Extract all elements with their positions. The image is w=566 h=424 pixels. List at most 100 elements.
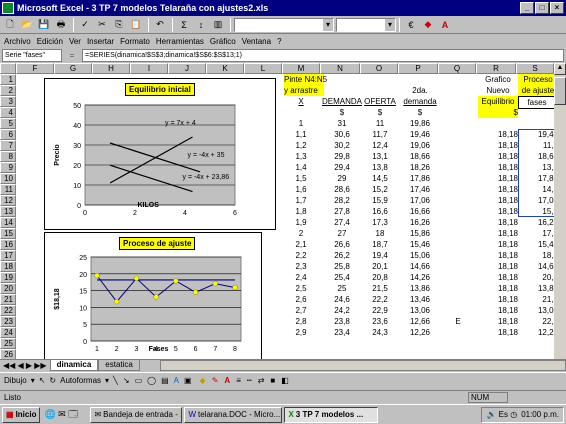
quicklaunch-icons[interactable]: 🌐 ✉ 🗔 <box>40 407 88 423</box>
row-header[interactable]: 2 <box>0 85 16 96</box>
row-header[interactable]: 8 <box>0 151 16 162</box>
close-button[interactable]: × <box>550 2 564 14</box>
cell[interactable]: 13,8 <box>362 162 398 173</box>
select-all-corner[interactable] <box>0 63 16 74</box>
cell[interactable]: 18,18 <box>478 217 518 228</box>
menu-edicion[interactable]: Edición <box>37 37 63 46</box>
cell[interactable]: 14,26 <box>400 272 440 283</box>
line-icon[interactable]: ╲ <box>113 376 118 385</box>
cell[interactable]: 18,18 <box>478 272 518 283</box>
autoformas-menu[interactable]: Autoformas <box>60 376 101 385</box>
row-header[interactable]: 16 <box>0 239 16 250</box>
cell[interactable]: 19,4 <box>362 250 398 261</box>
cell[interactable]: 14,5 <box>518 184 554 195</box>
cell[interactable]: 2,2 <box>284 250 318 261</box>
cell[interactable]: 1,6 <box>284 184 318 195</box>
dash-style-icon[interactable]: ┅ <box>247 376 252 385</box>
menu-help[interactable]: ? <box>277 37 281 46</box>
cell[interactable]: 15,9 <box>518 206 554 217</box>
cell[interactable]: 15,46 <box>518 239 554 250</box>
dibujo-menu[interactable]: Dibujo <box>4 376 27 385</box>
cell[interactable]: 12,26 <box>400 327 440 338</box>
cell[interactable]: de ajuste <box>518 85 554 96</box>
row-header[interactable]: 5 <box>0 118 16 129</box>
cell[interactable]: 30,6 <box>322 129 362 140</box>
cell[interactable]: 14,66 <box>518 261 554 272</box>
menu-insertar[interactable]: Insertar <box>87 37 114 46</box>
cell[interactable]: 2 <box>284 228 318 239</box>
cell[interactable]: 20,1 <box>362 261 398 272</box>
cell[interactable]: 14,66 <box>400 261 440 272</box>
row-header[interactable]: 9 <box>0 162 16 173</box>
cell[interactable]: 11,7 <box>362 129 398 140</box>
rectangle-icon[interactable]: ▭ <box>135 376 143 385</box>
cell[interactable]: 19,46 <box>518 129 554 140</box>
sort-icon[interactable]: ↕ <box>193 17 209 32</box>
cell[interactable]: 18,66 <box>400 151 440 162</box>
cell[interactable]: 15,86 <box>400 228 440 239</box>
column-header[interactable]: K <box>206 63 244 74</box>
cell[interactable]: 16,26 <box>400 217 440 228</box>
undo-icon[interactable]: ↶ <box>152 17 168 32</box>
cell[interactable]: $ <box>362 107 398 118</box>
row-header[interactable]: 25 <box>0 338 16 349</box>
cell[interactable]: 2,4 <box>284 272 318 283</box>
cell[interactable]: 2,7 <box>284 305 318 316</box>
fill-icon[interactable]: ◆ <box>200 376 206 385</box>
function-icon[interactable]: Σ <box>176 17 192 32</box>
currency-icon[interactable]: € <box>403 17 419 32</box>
cell[interactable]: 26,6 <box>322 239 362 250</box>
cell[interactable]: 2,5 <box>284 283 318 294</box>
cell[interactable]: 18,18 <box>478 151 518 162</box>
row-header[interactable]: 11 <box>0 184 16 195</box>
row-header[interactable]: 12 <box>0 195 16 206</box>
task-excel[interactable]: X3 TP 7 modelos ... <box>284 406 379 423</box>
new-file-icon[interactable]: 🗋 <box>2 17 18 32</box>
start-button[interactable]: ▦ Inicio <box>2 406 41 423</box>
line-color-icon[interactable]: ✎ <box>212 376 219 385</box>
wordart-icon[interactable]: A <box>174 376 179 385</box>
formula-input[interactable]: =SERIES(dinamica!$S$3;dinamica!$S$6:$S$1… <box>82 49 564 62</box>
cell[interactable]: 12,4 <box>362 140 398 151</box>
textbox-icon[interactable]: ▤ <box>161 376 169 385</box>
worksheet-grid[interactable]: Equilibrio inicial 0 10 20 30 40 50 0 2 4 6 Precio… <box>16 74 554 363</box>
cell[interactable]: 13,06 <box>518 305 554 316</box>
cell[interactable]: 13,1 <box>362 151 398 162</box>
cell[interactable]: 17,86 <box>518 173 554 184</box>
cell[interactable]: 18,18 <box>478 305 518 316</box>
cell[interactable]: 1,3 <box>284 151 318 162</box>
cell[interactable]: 20,8 <box>362 272 398 283</box>
cell[interactable]: Proceso <box>518 74 554 85</box>
cell[interactable]: 15,2 <box>362 184 398 195</box>
cell[interactable]: 1,4 <box>284 162 318 173</box>
cell[interactable]: 18,18 <box>478 261 518 272</box>
row-header[interactable]: 19 <box>0 272 16 283</box>
cell[interactable]: 18,18 <box>478 173 518 184</box>
cell[interactable]: 27 <box>322 228 362 239</box>
cell[interactable]: 24,3 <box>362 327 398 338</box>
cell[interactable]: 1,1 <box>284 129 318 140</box>
cell[interactable]: E <box>440 316 476 327</box>
cell[interactable]: 18,18 <box>478 228 518 239</box>
row-header[interactable]: 6 <box>0 129 16 140</box>
line-style-icon[interactable]: ≡ <box>236 376 241 385</box>
cell[interactable]: 25,4 <box>322 272 362 283</box>
row-header[interactable]: 10 <box>0 173 16 184</box>
cell[interactable]: 18,18 <box>478 316 518 327</box>
menu-grafico[interactable]: Gráfico <box>210 37 236 46</box>
cell[interactable]: 22,9 <box>362 305 398 316</box>
vertical-scrollbar[interactable]: ▲ <box>554 63 566 363</box>
text-color-icon[interactable]: A <box>224 376 230 385</box>
cell[interactable]: 28,2 <box>322 195 362 206</box>
cell[interactable]: 1,7 <box>284 195 318 206</box>
cell[interactable]: 18,18 <box>478 140 518 151</box>
cell[interactable]: 13,06 <box>400 305 440 316</box>
cell[interactable]: 2da. <box>400 85 440 96</box>
cell[interactable]: 18,18 <box>478 162 518 173</box>
cell[interactable]: 2,6 <box>284 294 318 305</box>
cell[interactable]: 23,6 <box>362 316 398 327</box>
3d-icon[interactable]: ◧ <box>281 376 289 385</box>
tab-estatica[interactable]: estatica <box>98 360 140 371</box>
cell[interactable]: 2,8 <box>284 316 318 327</box>
cell[interactable]: 21,5 <box>362 283 398 294</box>
